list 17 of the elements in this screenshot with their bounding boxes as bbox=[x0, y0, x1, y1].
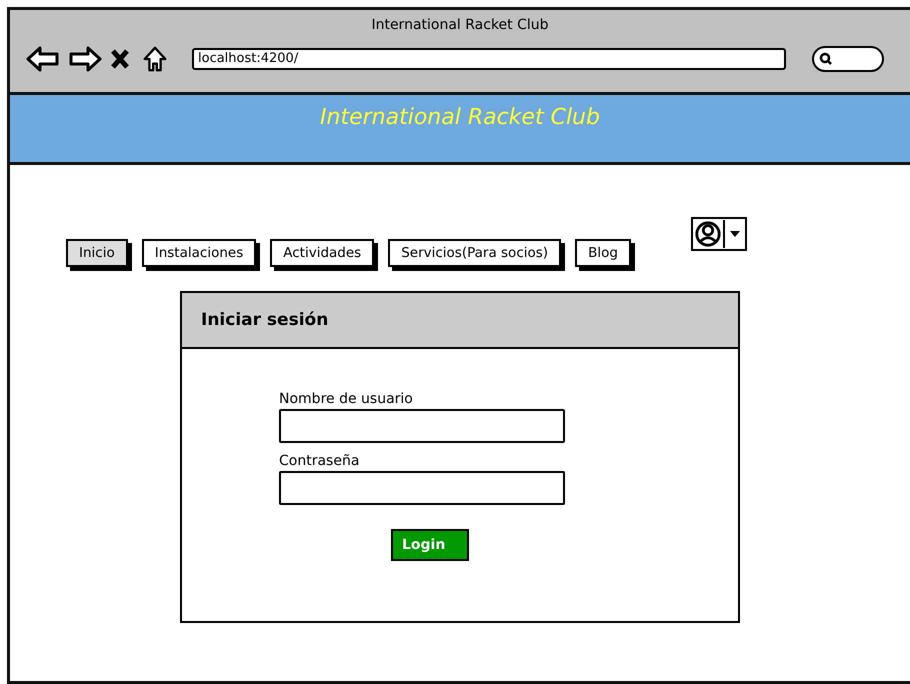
window-title: International Racket Club bbox=[370, 16, 550, 35]
search-icon bbox=[819, 52, 833, 66]
forward-icon[interactable] bbox=[68, 45, 102, 73]
input-field[interactable] bbox=[279, 409, 565, 443]
input-field[interactable] bbox=[279, 471, 565, 505]
field-label: Contraseña bbox=[279, 453, 360, 469]
back-icon[interactable] bbox=[26, 45, 60, 73]
site-title: International Racket Club bbox=[320, 105, 600, 132]
panel-title: Iniciar sesión bbox=[201, 310, 328, 330]
caret-icon bbox=[730, 231, 740, 237]
address-field[interactable]: localhost:4200/ bbox=[192, 48, 786, 70]
user-icon bbox=[692, 220, 725, 248]
search-field[interactable] bbox=[812, 46, 884, 72]
close-icon[interactable] bbox=[110, 48, 130, 70]
login-button[interactable]: Login bbox=[391, 529, 469, 561]
user-menu[interactable] bbox=[690, 217, 747, 251]
field-label: Nombre de usuario bbox=[279, 391, 413, 407]
